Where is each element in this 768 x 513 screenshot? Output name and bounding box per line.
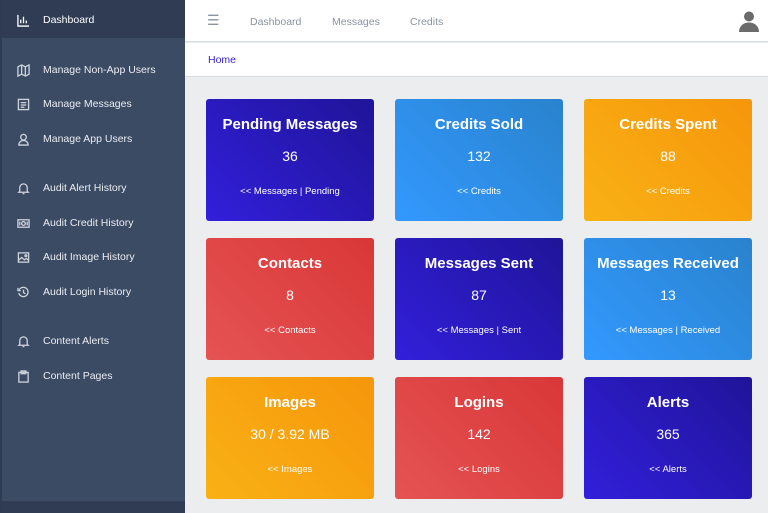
sidebar-item-label: Audit Image History <box>43 251 135 263</box>
breadcrumb: Home <box>185 43 768 77</box>
sidebar-item-label: Audit Credit History <box>43 217 134 229</box>
card-pending-messages[interactable]: Pending Messages 36 << Messages | Pendin… <box>206 99 374 221</box>
money-icon <box>16 216 30 230</box>
card-credits-sold[interactable]: Credits Sold 132 << Credits <box>395 99 563 221</box>
map-icon <box>16 63 30 77</box>
card-alerts[interactable]: Alerts 365 << Alerts <box>584 377 752 499</box>
notes-icon <box>16 97 30 111</box>
sidebar-item-label: Manage App Users <box>43 133 133 145</box>
user-avatar-icon[interactable] <box>738 10 760 32</box>
sidebar-item-manage-app-users[interactable]: Manage App Users <box>2 127 185 151</box>
sidebar-item-content-pages[interactable]: Content Pages <box>2 364 185 388</box>
top-header: ☰ Dashboard Messages Credits <box>185 0 768 42</box>
card-images[interactable]: Images 30 / 3.92 MB << Images <box>206 377 374 499</box>
clipboard-icon <box>16 369 30 383</box>
history-icon <box>16 285 30 299</box>
image-icon <box>16 250 30 264</box>
user-icon <box>16 132 30 146</box>
sidebar-minimizer[interactable] <box>2 501 185 513</box>
sidebar-item-content-alerts[interactable]: Content Alerts <box>2 329 185 353</box>
sidebar-item-label: Manage Non-App Users <box>43 64 156 76</box>
card-messages-sent[interactable]: Messages Sent 87 << Messages | Sent <box>395 238 563 360</box>
chart-bar-icon <box>16 13 30 27</box>
card-title: Pending Messages <box>222 116 358 133</box>
card-title: Logins <box>454 394 504 411</box>
sidebar-item-label: Audit Login History <box>43 286 132 298</box>
sidebar-item-label: Content Alerts <box>43 335 109 347</box>
sidebar-item-manage-non-app-users[interactable]: Manage Non-App Users <box>2 58 185 82</box>
card-value: 36 <box>282 148 298 164</box>
bell-icon <box>16 334 30 348</box>
card-title: Contacts <box>257 255 323 272</box>
bell-icon <box>16 181 30 195</box>
sidebar-item-label: Manage Messages <box>43 98 132 110</box>
card-link[interactable]: << Messages | Sent <box>395 325 563 336</box>
sidebar: Dashboard Manage Non-App Users Manage Me… <box>0 0 185 513</box>
card-value: 88 <box>660 148 676 164</box>
menu-toggle-icon[interactable]: ☰ <box>207 13 220 27</box>
card-link[interactable]: << Credits <box>584 186 752 197</box>
sidebar-item-label: Dashboard <box>43 14 95 26</box>
card-title: Alerts <box>646 394 690 411</box>
card-link[interactable]: << Messages | Received <box>584 325 752 336</box>
card-value: 142 <box>467 426 491 442</box>
card-contacts[interactable]: Contacts 8 << Contacts <box>206 238 374 360</box>
card-value: 8 <box>286 287 294 303</box>
card-title: Images <box>264 394 316 411</box>
sidebar-item-manage-messages[interactable]: Manage Messages <box>2 92 185 116</box>
sidebar-item-audit-login-history[interactable]: Audit Login History <box>2 280 185 304</box>
card-value: 87 <box>471 287 487 303</box>
header-nav-credits[interactable]: Credits <box>410 16 443 28</box>
sidebar-item-audit-alert-history[interactable]: Audit Alert History <box>2 176 185 200</box>
card-credits-spent[interactable]: Credits Spent 88 << Credits <box>584 99 752 221</box>
card-link[interactable]: << Images <box>206 464 374 475</box>
card-link[interactable]: << Contacts <box>206 325 374 336</box>
card-link[interactable]: << Alerts <box>584 464 752 475</box>
card-title: Messages Received <box>597 255 739 272</box>
card-value: 30 / 3.92 MB <box>250 426 330 442</box>
card-link[interactable]: << Logins <box>395 464 563 475</box>
card-title: Messages Sent <box>424 255 534 272</box>
card-link[interactable]: << Credits <box>395 186 563 197</box>
sidebar-item-label: Audit Alert History <box>43 182 127 194</box>
sidebar-item-audit-credit-history[interactable]: Audit Credit History <box>2 211 185 235</box>
sidebar-item-label: Content Pages <box>43 370 113 382</box>
sidebar-item-audit-image-history[interactable]: Audit Image History <box>2 245 185 269</box>
header-nav-dashboard[interactable]: Dashboard <box>250 16 301 28</box>
card-title: Credits Spent <box>619 116 717 133</box>
breadcrumb-home[interactable]: Home <box>208 54 236 66</box>
header-nav-messages[interactable]: Messages <box>332 16 380 28</box>
card-messages-received[interactable]: Messages Received 13 << Messages | Recei… <box>584 238 752 360</box>
card-value: 132 <box>467 148 491 164</box>
card-value: 13 <box>660 287 676 303</box>
card-logins[interactable]: Logins 142 << Logins <box>395 377 563 499</box>
sidebar-item-dashboard[interactable]: Dashboard <box>2 8 185 32</box>
card-value: 365 <box>656 426 680 442</box>
card-title: Credits Sold <box>434 116 524 133</box>
card-link[interactable]: << Messages | Pending <box>206 186 374 197</box>
